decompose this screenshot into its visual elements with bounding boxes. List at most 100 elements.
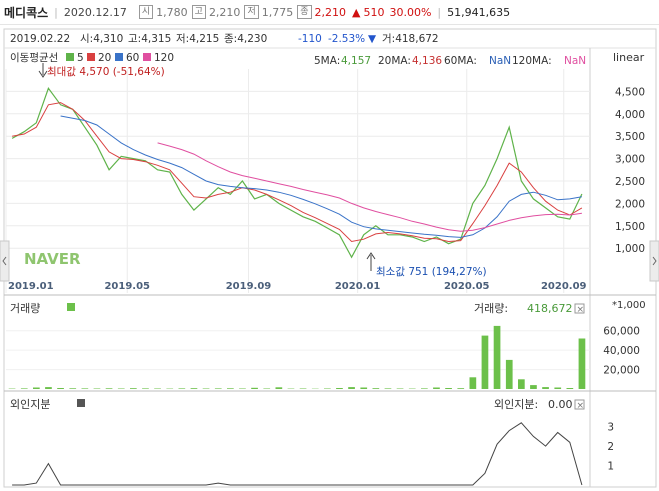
volume-bar — [566, 388, 574, 389]
volume-bar — [214, 388, 222, 389]
quote-date: 2020.12.17 — [63, 5, 127, 19]
ma120-line — [157, 142, 582, 232]
scale-mode-label[interactable]: linear — [613, 51, 645, 64]
volume-swatch — [67, 303, 75, 311]
foreign-tick-label: 3 — [607, 422, 614, 434]
volume-tick-label: 60,000 — [603, 326, 640, 338]
volume-bar — [348, 387, 355, 389]
volume-bar — [396, 388, 404, 389]
change-percent: 30.00% — [389, 5, 432, 19]
volume-bar — [239, 388, 246, 389]
volume-bar — [57, 388, 64, 389]
price-tick-label: 2,000 — [615, 198, 645, 210]
volume-tick-label: 40,000 — [603, 345, 640, 357]
ma5-readout-label: 5MA: — [314, 55, 340, 67]
gridlines — [5, 69, 590, 371]
info-change: -110 — [298, 33, 322, 45]
ma20-swatch — [87, 53, 95, 61]
volume-bar — [20, 388, 28, 389]
volume-bar — [275, 387, 283, 389]
ma120-label: 120 — [154, 52, 174, 64]
ma20-label: 20 — [98, 52, 111, 64]
total-volume: 51,941,635 — [447, 5, 511, 19]
volume-bar — [93, 388, 101, 389]
divider: | — [54, 5, 58, 19]
volume-bar — [530, 385, 537, 389]
foreign-panel-title: 외인지분 — [10, 398, 50, 411]
ma60-readout-label: 60MA: — [444, 55, 477, 67]
volume-bar — [299, 388, 307, 389]
volume-bar — [69, 388, 77, 389]
low-tag: 저 — [244, 5, 259, 19]
ma5-readout-value: 4,157 — [341, 55, 371, 67]
ma60-label: 60 — [126, 52, 139, 64]
volume-bar — [154, 388, 161, 389]
price-tick-label: 4,500 — [615, 86, 645, 98]
close-icon: × — [577, 401, 585, 411]
info-open: 시:4,310 — [80, 33, 123, 45]
volume-bar — [33, 387, 40, 389]
foreign-axis-ticks: 1 2 3 — [607, 422, 614, 473]
min-annotation: 최소값 751 (194,27%) — [366, 252, 487, 278]
foreign-swatch — [77, 399, 85, 407]
volume-bar — [105, 388, 113, 389]
volume-bar — [227, 388, 234, 389]
volume-bar — [178, 388, 186, 389]
max-annotation: 최대값 4,570 (-51,64%) — [38, 63, 165, 78]
volume-bar — [117, 388, 125, 389]
info-down-icon: ▼ — [368, 33, 377, 45]
ma60-line — [60, 115, 582, 238]
ma60-swatch — [115, 53, 123, 61]
scroll-left-handle[interactable] — [0, 240, 10, 282]
foreign-ownership-path — [12, 422, 583, 486]
high-price: 2,210 — [208, 5, 241, 19]
volume-bar — [421, 388, 428, 389]
volume-bar — [360, 387, 368, 389]
close-price: 2,210 — [314, 5, 347, 19]
date-tick-label: 2020.09 — [541, 281, 587, 292]
open-price: 1,780 — [156, 5, 188, 19]
volume-bars — [8, 325, 586, 389]
foreign-ownership-line — [12, 422, 583, 486]
volume-bar — [130, 388, 137, 389]
date-tick-label: 2019.05 — [104, 281, 150, 292]
stock-chart: 2019.02.22 시:4,310 고:4,315 저:4,215 종:4,2… — [0, 28, 659, 488]
volume-bar — [142, 388, 149, 389]
price-tick-label: 4,000 — [615, 109, 645, 121]
volume-readout-value: 418,672 — [527, 302, 573, 315]
volume-bar — [457, 388, 465, 389]
volume-bar — [518, 379, 525, 389]
max-label: 최대값 4,570 (-51,64%) — [47, 66, 165, 78]
volume-panel-title: 거래량 — [10, 302, 40, 315]
volume-bar — [505, 359, 513, 389]
volume-unit-label: *1,000 — [612, 300, 646, 311]
volume-bar — [263, 388, 271, 389]
info-close: 종:4,230 — [224, 33, 267, 45]
ma-legend-title: 이동평균선 — [10, 52, 58, 64]
naver-watermark: NAVER — [24, 250, 81, 268]
ma120-readout-value: NaN — [564, 55, 586, 67]
info-volume: 거:418,672 — [382, 33, 439, 45]
info-date: 2019.02.22 — [10, 33, 70, 45]
volume-bar — [445, 388, 452, 389]
info-low: 저:4,215 — [176, 33, 219, 45]
date-axis-ticks: 2019.01 2019.05 2019.09 2020.01 2020.05 2020.… — [8, 281, 587, 292]
volume-bar — [336, 388, 343, 389]
stock-summary-bar: 메디콕스 | 2020.12.17 시 1,780 고 2,210 저 1,77… — [0, 0, 659, 25]
volume-bar — [542, 387, 549, 389]
close-tag: 종 — [297, 5, 312, 19]
ma20-readout-label: 20MA: — [378, 55, 411, 67]
foreign-readout-label: 외인지분: — [494, 398, 538, 411]
low-price: 1,775 — [261, 5, 294, 19]
hover-info-line: 2019.02.22 시:4,310 고:4,315 저:4,215 종:4,2… — [10, 33, 439, 45]
volume-bar — [372, 388, 380, 389]
divider: | — [437, 5, 442, 19]
volume-tick-label: 20,000 — [603, 365, 640, 377]
ma-legend: 이동평균선 5 20 60 120 — [10, 52, 174, 64]
volume-bar — [81, 388, 89, 389]
date-tick-label: 2020.05 — [444, 281, 490, 292]
price-tick-label: 3,500 — [615, 131, 645, 143]
volume-bar — [202, 388, 210, 389]
scroll-right-handle[interactable] — [649, 240, 659, 282]
foreign-tick-label: 1 — [607, 461, 614, 473]
